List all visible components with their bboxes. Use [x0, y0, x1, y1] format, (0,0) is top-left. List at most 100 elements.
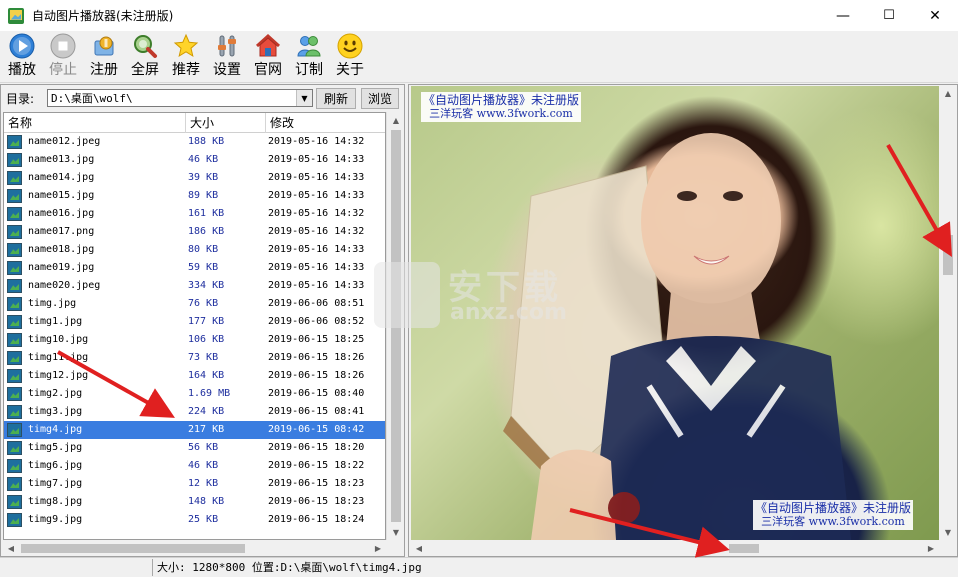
scroll-right-icon[interactable]: ▶: [370, 540, 386, 556]
file-name: timg.jpg: [28, 298, 77, 309]
file-name: name014.jpg: [28, 172, 95, 183]
table-row[interactable]: name015.jpg 89 KB 2019-05-16 14:33: [4, 187, 385, 205]
image-file-icon: [7, 459, 22, 473]
play-button[interactable]: 播放: [4, 33, 40, 81]
file-date: 2019-06-06 08:51: [268, 298, 365, 309]
file-size: 186 KB: [188, 226, 225, 237]
image-file-icon: [7, 423, 22, 437]
scroll-up-icon[interactable]: ▲: [388, 112, 404, 128]
image-file-icon: [7, 441, 22, 455]
scroll-thumb[interactable]: [21, 544, 245, 553]
scroll-down-icon[interactable]: ▼: [940, 524, 956, 540]
table-row[interactable]: timg12.jpg 164 KB 2019-06-15 18:26: [4, 367, 385, 385]
refresh-button[interactable]: 刷新: [316, 88, 356, 109]
file-name: name016.jpg: [28, 208, 95, 219]
column-size[interactable]: 大小: [186, 113, 266, 133]
scroll-right-icon[interactable]: ▶: [923, 540, 939, 556]
fullscreen-label: 全屏: [131, 62, 159, 78]
image-file-icon: [7, 405, 22, 419]
file-size: 217 KB: [188, 424, 225, 435]
table-row[interactable]: timg10.jpg 106 KB 2019-06-15 18:25: [4, 331, 385, 349]
table-row[interactable]: timg8.jpg 148 KB 2019-06-15 18:23: [4, 493, 385, 511]
file-size: 177 KB: [188, 316, 225, 327]
image-file-icon: [7, 225, 22, 239]
watermark-line1: 《自动图片播放器》未注册版: [423, 93, 580, 107]
image-file-icon: [7, 369, 22, 383]
table-row[interactable]: timg6.jpg 46 KB 2019-06-15 18:22: [4, 457, 385, 475]
about-button[interactable]: 关于: [332, 33, 368, 81]
file-size: 56 KB: [188, 442, 219, 453]
table-row[interactable]: name020.jpeg 334 KB 2019-05-16 14:33: [4, 277, 385, 295]
watermark-line2: 三洋玩客 www.3fwork.com: [429, 107, 573, 120]
recommend-button[interactable]: 推荐: [168, 33, 204, 81]
table-row[interactable]: timg7.jpg 12 KB 2019-06-15 18:23: [4, 475, 385, 493]
settings-button[interactable]: 设置: [209, 33, 245, 81]
website-button[interactable]: 官网: [250, 33, 286, 81]
table-row[interactable]: timg1.jpg 177 KB 2019-06-06 08:52: [4, 313, 385, 331]
browse-button[interactable]: 浏览: [361, 88, 399, 109]
table-row[interactable]: timg4.jpg 217 KB 2019-06-15 08:42: [4, 421, 385, 439]
chevron-down-icon[interactable]: ▼: [296, 90, 312, 106]
file-list-horizontal-scrollbar[interactable]: ◀ ▶: [3, 540, 386, 556]
image-file-icon: [7, 387, 22, 401]
image-file-icon: [7, 135, 22, 149]
column-name[interactable]: 名称: [4, 113, 186, 133]
register-label: 注册: [90, 62, 118, 78]
table-row[interactable]: timg3.jpg 224 KB 2019-06-15 08:41: [4, 403, 385, 421]
table-row[interactable]: name014.jpg 39 KB 2019-05-16 14:33: [4, 169, 385, 187]
image-file-icon: [7, 171, 22, 185]
scroll-thumb[interactable]: [729, 544, 759, 553]
table-row[interactable]: timg5.jpg 56 KB 2019-06-15 18:20: [4, 439, 385, 457]
table-row[interactable]: name019.jpg 59 KB 2019-05-16 14:33: [4, 259, 385, 277]
close-icon: ✕: [929, 7, 941, 24]
file-name: name019.jpg: [28, 262, 95, 273]
file-name: timg12.jpg: [28, 370, 89, 381]
table-row[interactable]: timg.jpg 76 KB 2019-06-06 08:51: [4, 295, 385, 313]
scroll-left-icon[interactable]: ◀: [411, 540, 427, 556]
column-modified[interactable]: 修改: [266, 113, 385, 133]
image-file-icon: [7, 351, 22, 365]
customize-button[interactable]: 订制: [291, 33, 327, 81]
file-name: timg10.jpg: [28, 334, 89, 345]
fullscreen-button[interactable]: 全屏: [127, 33, 163, 81]
scroll-up-icon[interactable]: ▲: [940, 85, 956, 101]
table-row[interactable]: name018.jpg 80 KB 2019-05-16 14:33: [4, 241, 385, 259]
site-watermark-url: anxz.com: [450, 300, 567, 325]
scroll-left-icon[interactable]: ◀: [3, 540, 19, 556]
minimize-button[interactable]: —: [820, 0, 866, 31]
table-row[interactable]: timg9.jpg 25 KB 2019-06-15 18:24: [4, 511, 385, 529]
file-size: 12 KB: [188, 478, 219, 489]
file-size: 80 KB: [188, 244, 219, 255]
file-date: 2019-05-16 14:32: [268, 136, 365, 147]
scroll-down-icon[interactable]: ▼: [388, 524, 404, 540]
directory-combo[interactable]: D:\桌面\wolf\ ▼: [47, 89, 313, 107]
file-size: 89 KB: [188, 190, 219, 201]
stop-button[interactable]: 停止: [45, 33, 81, 81]
table-row[interactable]: timg2.jpg 1.69 MB 2019-06-15 08:40: [4, 385, 385, 403]
register-button[interactable]: 注册: [86, 33, 122, 81]
settings-icon: [214, 33, 240, 59]
image-file-icon: [7, 513, 22, 527]
file-size: 106 KB: [188, 334, 225, 345]
table-row[interactable]: timg11.jpg 73 KB 2019-06-15 18:26: [4, 349, 385, 367]
table-row[interactable]: name013.jpg 46 KB 2019-05-16 14:33: [4, 151, 385, 169]
image-file-icon: [7, 153, 22, 167]
maximize-button[interactable]: ☐: [866, 0, 912, 31]
scroll-thumb[interactable]: [943, 235, 953, 275]
viewer-vertical-scrollbar[interactable]: ▲ ▼: [939, 85, 957, 540]
star-icon: [173, 33, 199, 59]
close-button[interactable]: ✕: [912, 0, 958, 31]
file-date: 2019-06-15 18:20: [268, 442, 365, 453]
app-icon: [8, 7, 24, 24]
file-date: 2019-06-15 18:23: [268, 478, 365, 489]
file-date: 2019-06-15 18:25: [268, 334, 365, 345]
viewer-horizontal-scrollbar[interactable]: ◀ ▶: [411, 540, 939, 556]
table-row[interactable]: name017.png 186 KB 2019-05-16 14:32: [4, 223, 385, 241]
table-row[interactable]: name012.jpeg 188 KB 2019-05-16 14:32: [4, 133, 385, 151]
file-date: 2019-06-15 18:22: [268, 460, 365, 471]
table-row[interactable]: name016.jpg 161 KB 2019-05-16 14:32: [4, 205, 385, 223]
customize-label: 订制: [295, 62, 323, 78]
image-file-icon: [7, 333, 22, 347]
watermark-bottom: 《自动图片播放器》未注册版 三洋玩客 www.3fwork.com: [753, 500, 914, 530]
file-date: 2019-06-15 18:26: [268, 370, 365, 381]
